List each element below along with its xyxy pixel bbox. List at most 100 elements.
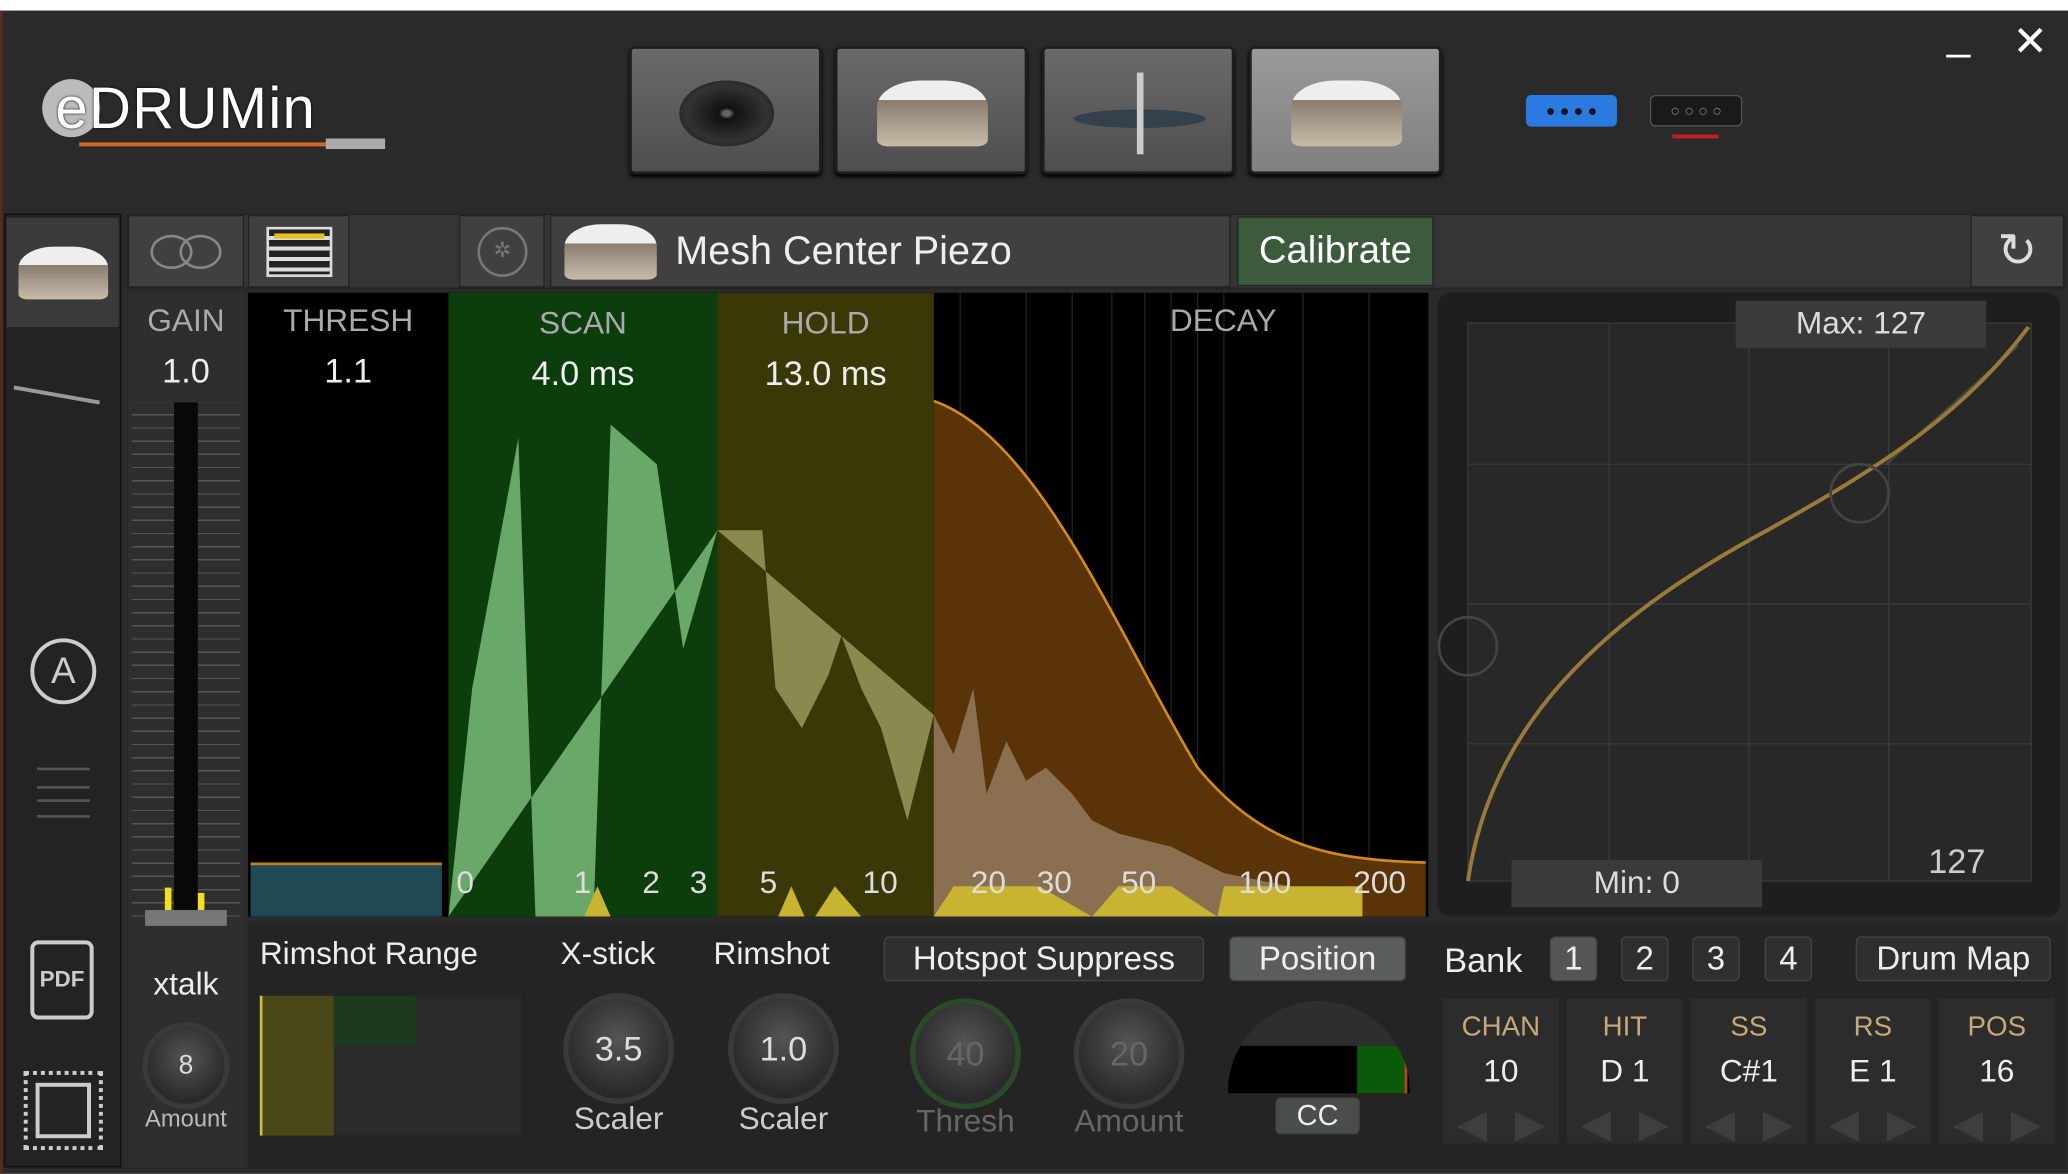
bank-4-button[interactable]: 4: [1764, 936, 1813, 982]
snare-drum-icon: [877, 80, 988, 147]
refresh-icon: ↻: [1997, 222, 2038, 277]
rimshot-label: Rimshot: [713, 936, 830, 973]
drumstick-icon: [13, 385, 100, 405]
refresh-button[interactable]: ↻: [1970, 214, 2065, 288]
yamaha-button[interactable]: ✲: [458, 214, 545, 288]
cymbal-icon: [679, 80, 775, 147]
a-circle-icon: A: [50, 650, 76, 692]
decrement-arrow-icon[interactable]: ◀: [1457, 1101, 1487, 1147]
bank-label: Bank: [1444, 940, 1523, 980]
snare-drum-icon: [564, 224, 657, 280]
time-tick-label: 10: [862, 865, 898, 901]
position-button[interactable]: Position: [1229, 936, 1406, 982]
drum-map-button[interactable]: Drum Map: [1855, 936, 2051, 982]
decrement-arrow-icon[interactable]: ◀: [1829, 1101, 1859, 1147]
list-icon: [266, 226, 333, 277]
cell-header: CHAN: [1461, 1011, 1541, 1042]
curve-max[interactable]: Max: 127: [1735, 300, 1987, 349]
mapping-cell-pos: POS 16 ◀ ▶: [1938, 998, 2055, 1146]
mapping-cell-hit: HIT D 1 ◀ ▶: [1566, 998, 1683, 1146]
time-tick-label: 0: [456, 865, 474, 901]
hotspot-thresh-knob[interactable]: 40: [910, 998, 1021, 1110]
time-tick-label: 5: [759, 865, 778, 901]
pdf-icon[interactable]: PDF: [30, 940, 94, 1020]
list-button[interactable]: [247, 214, 350, 288]
decay-label: DECAY: [1169, 303, 1277, 339]
xstick-scaler-label: Scaler: [573, 1101, 664, 1137]
rimshot-scaler-knob[interactable]: 1.0: [728, 993, 839, 1104]
threshold-region: [250, 862, 442, 917]
chip-icon[interactable]: [23, 1070, 103, 1151]
curve-min[interactable]: Min: 0: [1511, 859, 1763, 908]
hotspot-suppress-button[interactable]: Hotspot Suppress: [883, 936, 1205, 982]
cc-button[interactable]: CC: [1275, 1097, 1360, 1135]
hotspot-amount-label: Amount: [1074, 1103, 1184, 1140]
hold-value: 13.0 ms: [764, 353, 887, 394]
sidebar-item-auto[interactable]: A: [30, 638, 97, 705]
port-icon[interactable]: ● ● ● ●: [1525, 94, 1617, 127]
pad-select-hihat[interactable]: [1041, 46, 1235, 175]
decrement-arrow-icon[interactable]: ◀: [1581, 1101, 1611, 1147]
bank-2-button[interactable]: 2: [1620, 936, 1669, 982]
input-name: Mesh Center Piezo: [675, 229, 1012, 274]
cell-header: SS: [1730, 1011, 1768, 1042]
bank-1-button[interactable]: 1: [1549, 936, 1598, 982]
minimize-button[interactable]: _: [1947, 11, 1970, 60]
increment-arrow-icon[interactable]: ▶: [1887, 1101, 1917, 1147]
mapping-cell-chan: CHAN 10 ◀ ▶: [1442, 998, 1559, 1146]
gain-value: 1.0: [162, 350, 210, 391]
cell-value: E 1: [1849, 1053, 1897, 1090]
mapping-cell-ss: SS C#1 ◀ ▶: [1690, 998, 1807, 1146]
cell-header: HIT: [1602, 1011, 1648, 1042]
snare-drum-icon: [1291, 80, 1402, 147]
increment-arrow-icon[interactable]: ▶: [1763, 1101, 1793, 1147]
snare-drum-icon: [18, 246, 109, 300]
bank-3-button[interactable]: 3: [1692, 936, 1740, 982]
hotspot-thresh-label: Thresh: [916, 1103, 1015, 1140]
time-tick-label: 50: [1121, 865, 1157, 901]
decrement-arrow-icon[interactable]: ◀: [1705, 1101, 1735, 1147]
rimshot-scaler-label: Scaler: [738, 1101, 829, 1137]
cell-value: C#1: [1719, 1053, 1778, 1090]
pad-select-snare-2[interactable]: [1248, 46, 1442, 175]
menu-icon: [36, 767, 90, 818]
pad-select-snare[interactable]: [834, 46, 1028, 175]
logo: eDRUMin: [42, 76, 398, 155]
time-tick-label: 30: [1036, 865, 1072, 901]
time-tick-label: 200: [1353, 865, 1407, 901]
logo-jack: [325, 138, 386, 150]
time-tick-label: 3: [689, 865, 708, 901]
cell-header: RS: [1853, 1011, 1893, 1042]
increment-arrow-icon[interactable]: ▶: [1515, 1101, 1545, 1147]
sidebar-item-menu[interactable]: [36, 767, 90, 821]
time-tick-label: 1: [573, 865, 592, 901]
gain-slider[interactable]: [131, 402, 241, 926]
scan-value: 4.0 ms: [531, 353, 635, 394]
cell-value: 10: [1483, 1053, 1519, 1090]
time-tick-label: 100: [1238, 865, 1292, 901]
rimshot-range-label: Rimshot Range: [259, 936, 478, 973]
velocity-curve-panel[interactable]: Max: 127 Min: 0 127: [1437, 292, 2061, 917]
cell-header: POS: [1967, 1011, 2027, 1042]
thresh-value: 1.1: [324, 350, 373, 391]
sidebar-item-stick[interactable]: [13, 385, 100, 405]
gain-slider-handle[interactable]: [145, 910, 227, 926]
logo-text: eDRUMin: [55, 76, 317, 142]
link-button[interactable]: [127, 214, 244, 288]
rimshot-range-graph[interactable]: [259, 995, 521, 1136]
port-icon[interactable]: ○ ○ ○ ○: [1649, 94, 1743, 127]
xtalk-label: xtalk: [153, 966, 219, 1003]
scan-label: SCAN: [538, 305, 627, 342]
close-button[interactable]: ✕: [2013, 16, 2048, 66]
sidebar-item-pad[interactable]: [6, 217, 119, 328]
increment-arrow-icon[interactable]: ▶: [1639, 1101, 1669, 1147]
xstick-scaler-knob[interactable]: 3.5: [563, 993, 674, 1104]
xtalk-amount-knob[interactable]: 8: [142, 1022, 230, 1110]
hotspot-amount-knob[interactable]: 20: [1073, 998, 1185, 1110]
pad-select-cymbal[interactable]: [629, 46, 822, 175]
time-tick-label: 2: [642, 865, 660, 901]
cell-value: 16: [1979, 1053, 2015, 1090]
decrement-arrow-icon[interactable]: ◀: [1953, 1101, 1983, 1147]
increment-arrow-icon[interactable]: ▶: [2011, 1101, 2041, 1147]
calibrate-button[interactable]: Calibrate: [1237, 216, 1434, 287]
